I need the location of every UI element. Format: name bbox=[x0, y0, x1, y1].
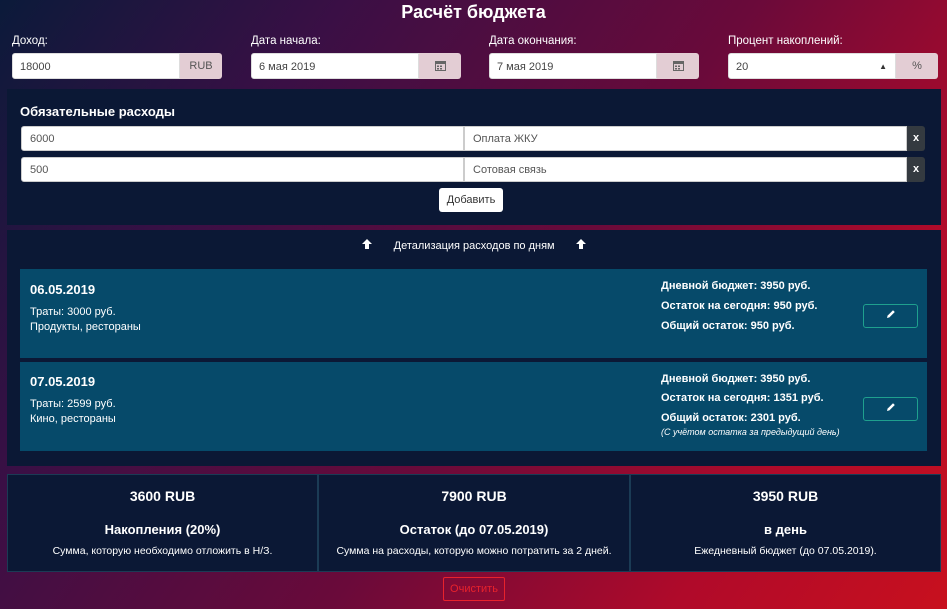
summary-value: 3950 RUB bbox=[752, 488, 819, 504]
expense-name-input[interactable]: Сотовая связь bbox=[464, 157, 907, 182]
day-today-left: Остаток на сегодня: 950 руб. bbox=[661, 300, 818, 312]
daily-details-toggle[interactable]: Детализация расходов по дням bbox=[7, 238, 941, 252]
edit-day-button[interactable] bbox=[863, 397, 918, 421]
expense-row: 500 Сотовая связь x bbox=[21, 157, 925, 182]
summary-title: Накопления (20%) bbox=[104, 522, 221, 537]
daily-details-header: Детализация расходов по дням bbox=[393, 240, 555, 252]
summary-savings: 3600 RUB Накопления (20%) Сумма, которую… bbox=[7, 474, 318, 572]
daily-details-panel: Детализация расходов по дням 06.05.2019 … bbox=[7, 230, 941, 466]
arrow-up-icon bbox=[362, 238, 375, 252]
summary-description: Сумма, которую необходимо отложить в Н/З… bbox=[52, 545, 273, 557]
day-date: 07.05.2019 bbox=[30, 374, 96, 389]
income-field-group: Доход: 18000 RUB bbox=[12, 35, 222, 79]
pencil-icon bbox=[886, 310, 895, 318]
end-date-input[interactable]: 7 мая 2019 bbox=[489, 53, 657, 79]
summary-value: 3600 RUB bbox=[129, 488, 196, 504]
day-total-left: Общий остаток: 2301 руб. bbox=[661, 412, 801, 424]
percent-addon: % bbox=[896, 53, 938, 79]
sort-icon: ▲ bbox=[879, 62, 887, 71]
remove-expense-button[interactable]: x bbox=[907, 157, 925, 182]
pencil-icon bbox=[886, 403, 895, 411]
income-currency-addon: RUB bbox=[180, 53, 222, 79]
savings-percent-value: 20 bbox=[736, 61, 749, 73]
summary-title: Остаток (до 07.05.2019) bbox=[399, 522, 549, 537]
clear-button[interactable]: Очистить bbox=[443, 577, 505, 601]
income-input[interactable]: 18000 bbox=[12, 53, 180, 79]
day-today-left: Остаток на сегодня: 1351 руб. bbox=[661, 392, 824, 404]
savings-percent-select[interactable]: 20 ▲ bbox=[728, 53, 896, 79]
summary-value: 7900 RUB bbox=[441, 488, 507, 504]
add-expense-button[interactable]: Добавить bbox=[439, 188, 503, 212]
edit-day-button[interactable] bbox=[863, 304, 918, 328]
summary-title: в день bbox=[764, 522, 807, 537]
day-categories: Кино, рестораны bbox=[30, 413, 116, 425]
day-note: (С учётом остатка за предыдущий день) bbox=[661, 427, 840, 437]
day-daily-budget: Дневной бюджет: 3950 руб. bbox=[661, 280, 811, 292]
page-title: Расчёт бюджета bbox=[401, 2, 546, 22]
expense-amount-input[interactable]: 500 bbox=[21, 157, 464, 182]
summary-description: Сумма на расходы, которую можно потратит… bbox=[336, 545, 612, 557]
end-date-field-group: Дата окончания: 7 мая 2019 bbox=[489, 35, 699, 79]
summary-description: Ежедневный бюджет (до 07.05.2019). bbox=[694, 545, 877, 557]
remove-expense-button[interactable]: x bbox=[907, 126, 925, 151]
day-date: 06.05.2019 bbox=[30, 282, 96, 297]
calendar-icon[interactable] bbox=[657, 53, 699, 79]
calendar-icon[interactable] bbox=[419, 53, 461, 79]
day-spent: Траты: 3000 руб. bbox=[30, 306, 116, 318]
mandatory-expenses-panel: Обязательные расходы 6000 Оплата ЖКУ x 5… bbox=[7, 89, 941, 225]
day-total-left: Общий остаток: 950 руб. bbox=[661, 320, 795, 332]
summary-per-day: 3950 RUB в день Ежедневный бюджет (до 07… bbox=[630, 474, 941, 572]
day-card: 07.05.2019 Траты: 2599 руб. Кино, рестор… bbox=[20, 362, 927, 451]
savings-percent-field-group: Процент накоплений: 20 ▲ % bbox=[728, 35, 938, 79]
day-categories: Продукты, рестораны bbox=[30, 321, 141, 333]
day-spent: Траты: 2599 руб. bbox=[30, 398, 116, 410]
end-date-label: Дата окончания: bbox=[489, 35, 577, 47]
expense-row: 6000 Оплата ЖКУ x bbox=[21, 126, 925, 151]
savings-percent-label: Процент накоплений: bbox=[728, 35, 843, 47]
arrow-up-icon bbox=[575, 238, 586, 252]
start-date-label: Дата начала: bbox=[251, 35, 321, 47]
day-daily-budget: Дневной бюджет: 3950 руб. bbox=[661, 373, 811, 385]
start-date-field-group: Дата начала: 6 мая 2019 bbox=[251, 35, 461, 79]
expense-amount-input[interactable]: 6000 bbox=[21, 126, 464, 151]
start-date-input[interactable]: 6 мая 2019 bbox=[251, 53, 419, 79]
income-label: Доход: bbox=[12, 35, 48, 47]
expense-name-input[interactable]: Оплата ЖКУ bbox=[464, 126, 907, 151]
mandatory-expenses-header: Обязательные расходы bbox=[20, 104, 175, 119]
day-card: 06.05.2019 Траты: 3000 руб. Продукты, ре… bbox=[20, 269, 927, 358]
summary-remaining: 7900 RUB Остаток (до 07.05.2019) Сумма н… bbox=[318, 474, 630, 572]
